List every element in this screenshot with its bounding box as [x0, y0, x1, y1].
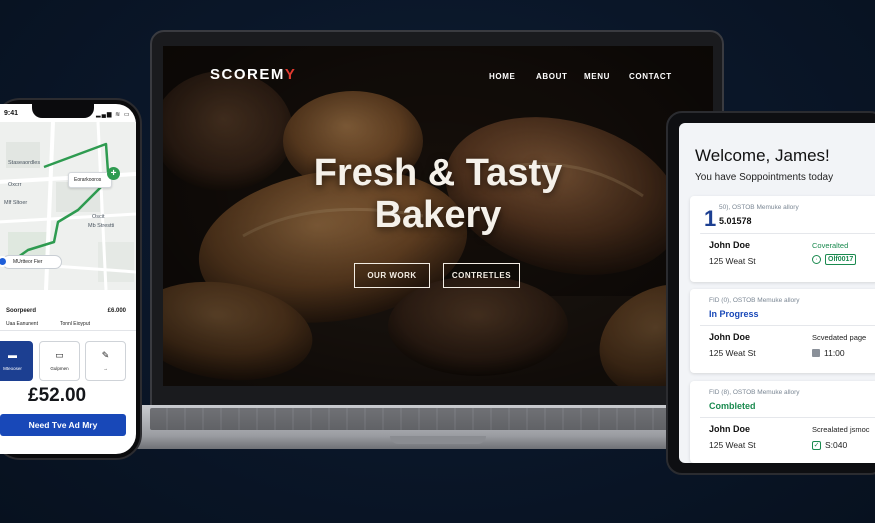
- appointment-state-value: · Olf0017: [812, 254, 857, 265]
- appointment-meta: FID (0), OSTOB Memuke allory: [709, 297, 800, 304]
- book-button[interactable]: Need Tve Ad Mry: [0, 414, 126, 436]
- map-destination-card[interactable]: Eorarkooros: [68, 172, 112, 188]
- appointment-number: 1: [704, 206, 717, 231]
- status-in-progress: In Progress: [709, 309, 759, 319]
- map-location-pill[interactable]: MUrtteor Fier: [2, 255, 62, 269]
- welcome-subtitle: You have Soppointments today: [695, 172, 834, 183]
- appointment-state-label: Coveralted: [812, 241, 849, 250]
- fare-value: £6.000: [107, 308, 126, 314]
- site-logo-text: SCOREM: [210, 66, 285, 83]
- map-label: Staseaordles: [8, 160, 41, 166]
- detail-left: Uaa Eanunent: [6, 321, 38, 327]
- status-time: 9:41: [4, 110, 19, 117]
- option-label: →: [103, 366, 108, 371]
- contretles-button[interactable]: CONTRETLES: [443, 263, 520, 288]
- appointment-meta: 50), OSTOB Memuke allory: [719, 204, 799, 211]
- nav-contact[interactable]: CONTACT: [629, 72, 672, 81]
- pen-icon: ✎: [101, 350, 110, 360]
- code-badge: Olf0017: [825, 254, 857, 265]
- option-next[interactable]: ✎ →: [85, 341, 126, 381]
- customer-address: 125 Weat St: [709, 256, 756, 266]
- status-completed: Combleted: [709, 401, 756, 411]
- schedule-time: 11:00: [824, 348, 845, 358]
- option-gulpmen[interactable]: ▭ Gulpmen: [39, 341, 80, 381]
- map-label: Mb Strestti: [88, 223, 115, 229]
- fare-row: Soorpeerd £6.000: [6, 308, 126, 314]
- nav-menu[interactable]: MENU: [584, 72, 610, 81]
- schedule-time: S:040: [825, 440, 848, 450]
- hero-title-line2: Bakery: [374, 194, 502, 236]
- appointment-id: 5.01578: [719, 216, 752, 226]
- site-logo[interactable]: SCOREMY: [210, 66, 296, 83]
- detail-right: Tonnl Eioyput: [59, 321, 90, 327]
- checkmark-icon: ✓: [812, 440, 821, 450]
- map-label: Oscit: [92, 214, 105, 220]
- add-stop-icon[interactable]: +: [107, 167, 120, 180]
- customer-name: John Doe: [709, 332, 751, 342]
- schedule-label: Scvedated page: [812, 333, 867, 342]
- hero-title: Fresh & Tasty Bakery: [250, 152, 626, 236]
- nav-about[interactable]: ABOUT: [536, 72, 567, 81]
- schedule-value: 11:00: [812, 348, 845, 358]
- phone-notch: [32, 104, 94, 118]
- card-divider: [700, 417, 875, 418]
- site-logo-accent: Y: [284, 66, 297, 83]
- option-mteooser[interactable]: ▬ Mteooser: [0, 341, 33, 381]
- sheet-divider: [0, 330, 136, 331]
- schedule-value: ✓ S:040: [812, 440, 847, 450]
- map-label: Oxcrr: [8, 182, 22, 188]
- customer-address: 125 Weat St: [709, 348, 756, 358]
- price-total: £52.00: [28, 385, 87, 406]
- customer-name: John Doe: [709, 240, 751, 250]
- schedule-label: Screalated jsmoc: [812, 425, 870, 434]
- welcome-heading: Welcome, James!: [695, 146, 830, 165]
- fare-label: Soorpeerd: [6, 308, 37, 314]
- calendar-icon: [812, 349, 820, 357]
- customer-address: 125 Weat St: [709, 440, 756, 450]
- option-label: Gulpmen: [50, 366, 69, 371]
- our-work-button[interactable]: OUR WORK: [354, 263, 430, 288]
- appointment-meta: FID (8), OSTOB Memuke allory: [709, 389, 800, 396]
- hero-title-line1: Fresh & Tasty: [313, 152, 563, 194]
- card-divider: [700, 233, 875, 234]
- status-icons: ▂▄▆ ≋ ▭: [96, 112, 131, 118]
- map-label: Mlf Sltoer: [4, 200, 28, 206]
- car-icon: ▬: [8, 350, 17, 360]
- detail-row: Uaa Eanunent Tonnl Eioyput: [6, 321, 126, 327]
- clock-icon: ·: [812, 255, 821, 264]
- option-label: Mteooser: [3, 366, 22, 371]
- laptop-notch: [390, 436, 486, 444]
- card-divider: [700, 325, 875, 326]
- customer-name: John Doe: [709, 424, 751, 434]
- laptop-keyboard: [150, 408, 726, 430]
- nav-home[interactable]: HOME: [489, 72, 515, 81]
- van-icon: ▭: [55, 350, 64, 360]
